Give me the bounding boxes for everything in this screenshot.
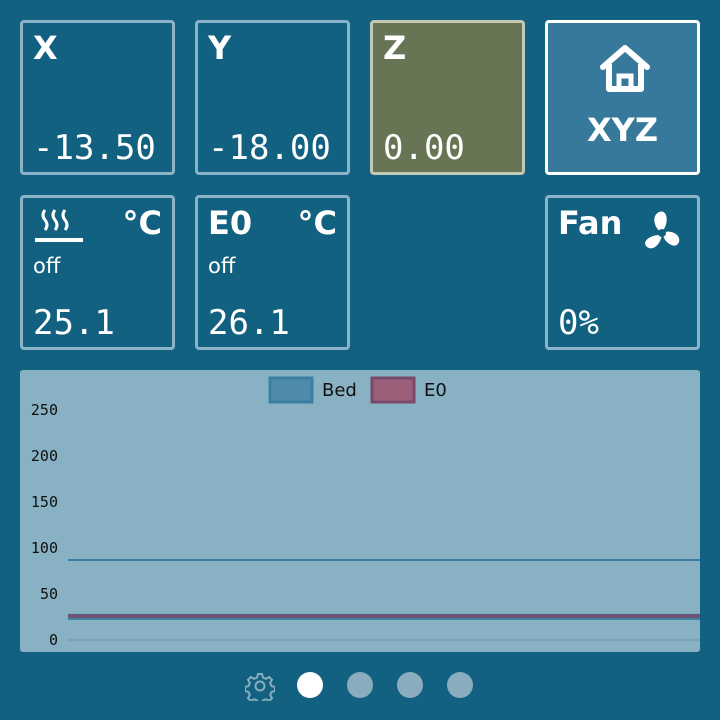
page-dot-2[interactable] [347, 672, 373, 698]
y-tick-label: 50 [40, 585, 58, 603]
e0-heater-state: off [208, 254, 236, 278]
legend-swatch-e0[interactable] [370, 376, 416, 404]
z-position-value: 0.00 [383, 128, 465, 168]
bed-temperature-unit: °C [122, 204, 162, 242]
fan-speed-value: 0% [558, 303, 599, 343]
bed-heater-state: off [33, 254, 61, 278]
legend-swatch-bed[interactable] [268, 376, 314, 404]
temperature-chart-svg: 250 200 150 100 50 0 Bed E0 [31, 376, 700, 649]
x-position-value: -13.50 [33, 128, 156, 168]
y-axis-label: Y [208, 29, 232, 67]
heated-bed-icon [35, 209, 83, 242]
gear-icon[interactable] [245, 671, 275, 701]
x-axis-tile[interactable]: X -13.50 [20, 20, 175, 175]
y-tick-label: 250 [31, 401, 58, 419]
z-axis-label: Z [383, 29, 407, 67]
y-axis-tile[interactable]: Y -18.00 [195, 20, 350, 175]
y-tick-label: 200 [31, 447, 58, 465]
y-tick-label: 150 [31, 493, 58, 511]
y-tick-label: 0 [49, 631, 58, 649]
e0-temperature-unit: °C [297, 204, 337, 242]
bed-temperature-value: 25.1 [33, 303, 115, 343]
fan-icon [645, 211, 680, 249]
home-icon [600, 45, 650, 92]
home-xyz-label: XYZ [586, 111, 659, 149]
legend-label-bed: Bed [322, 380, 357, 401]
e0-temperature-tile[interactable]: E0 °C off 26.1 [195, 195, 350, 350]
e0-temperature-value: 26.1 [208, 303, 290, 343]
page-dot-3[interactable] [397, 672, 423, 698]
page-indicator [0, 668, 720, 704]
fan-label: Fan [558, 204, 623, 242]
home-xyz-button[interactable]: XYZ [545, 20, 700, 175]
y-tick-label: 100 [31, 539, 58, 557]
e0-label: E0 [208, 204, 253, 242]
y-position-value: -18.00 [208, 128, 331, 168]
legend-label-e0: E0 [424, 380, 447, 401]
bed-temperature-tile[interactable]: °C off 25.1 [20, 195, 175, 350]
page-dot-1[interactable] [297, 672, 323, 698]
fan-tile[interactable]: Fan 0% [545, 195, 700, 350]
temperature-chart: 250 200 150 100 50 0 Bed E0 [20, 370, 700, 652]
page-dot-4[interactable] [447, 672, 473, 698]
z-axis-tile[interactable]: Z 0.00 [370, 20, 525, 175]
x-axis-label: X [33, 29, 58, 67]
